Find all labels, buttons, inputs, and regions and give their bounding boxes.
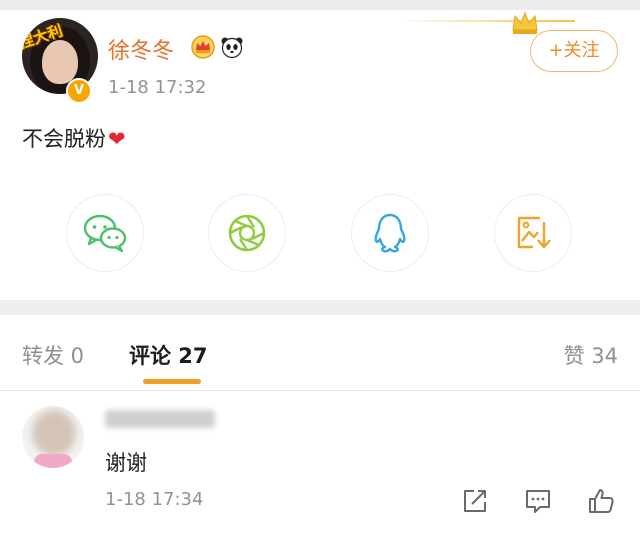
commenter-avatar[interactable]: [22, 406, 84, 468]
crown-icon: [191, 35, 215, 59]
qq-icon: [374, 213, 406, 253]
active-tab-indicator: [143, 379, 201, 384]
divider: [0, 390, 640, 391]
save-image-icon: [517, 216, 551, 249]
section-separator: [0, 300, 640, 315]
share-icon[interactable]: [460, 486, 490, 516]
author-name[interactable]: 徐冬冬: [108, 33, 174, 65]
post-timestamp: 1-18 17:32: [108, 77, 207, 98]
share-qq-button[interactable]: [351, 194, 429, 272]
panda-icon: [221, 37, 243, 59]
post-content: 不会脱粉❤: [22, 123, 126, 153]
decoration-line: [395, 20, 575, 22]
moments-icon: [228, 214, 266, 252]
tab-comment[interactable]: 评论 27: [129, 340, 208, 370]
like-icon[interactable]: [586, 486, 616, 516]
heart-emoji: ❤: [108, 127, 126, 151]
share-moments-button[interactable]: [208, 194, 286, 272]
decoration-crown-icon: [512, 11, 538, 34]
comment-text: 谢谢: [105, 451, 147, 475]
reply-icon[interactable]: [523, 486, 553, 516]
post-text: 不会脱粉: [22, 127, 106, 151]
verified-badge-icon: V: [66, 78, 92, 104]
avatar-face: [42, 40, 78, 84]
wechat-icon: [83, 214, 127, 253]
tab-like[interactable]: 赞 34: [564, 340, 618, 370]
follow-button[interactable]: +关注: [530, 30, 618, 72]
avatar-blur: [32, 410, 76, 456]
tab-repost[interactable]: 转发 0: [22, 340, 84, 370]
comment-timestamp: 1-18 17:34: [105, 489, 204, 510]
save-image-button[interactable]: [494, 194, 572, 272]
commenter-name-blurred[interactable]: [105, 410, 215, 428]
share-wechat-button[interactable]: [66, 194, 144, 272]
avatar-collar: [34, 454, 72, 468]
top-separator: [0, 0, 640, 10]
